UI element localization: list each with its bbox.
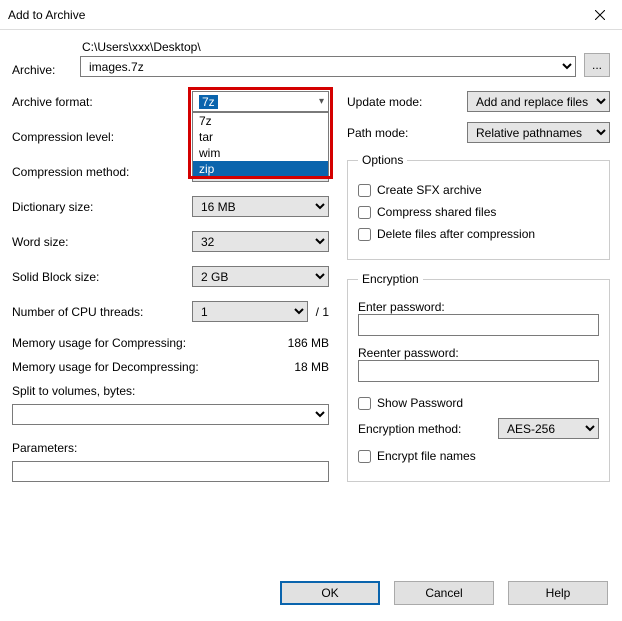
format-option-7z[interactable]: 7z	[193, 113, 328, 129]
update-label: Update mode:	[347, 95, 467, 109]
shared-checkbox-row[interactable]: Compress shared files	[358, 205, 599, 219]
cancel-label: Cancel	[425, 586, 462, 600]
memd-value: 18 MB	[294, 360, 329, 374]
update-select[interactable]: Add and replace files	[467, 91, 610, 112]
chevron-down-icon: ▾	[319, 96, 324, 107]
threads-total: / 1	[316, 305, 329, 319]
showpw-row[interactable]: Show Password	[358, 396, 599, 410]
delete-checkbox-row[interactable]: Delete files after compression	[358, 227, 599, 241]
memc-label: Memory usage for Compressing:	[12, 336, 186, 350]
encnames-checkbox[interactable]	[358, 450, 371, 463]
format-dropdown-list[interactable]: 7z tar wim zip	[192, 112, 329, 178]
enter-pw-input[interactable]	[358, 314, 599, 336]
dict-label: Dictionary size:	[12, 200, 192, 214]
close-icon	[595, 10, 605, 20]
shared-checkbox[interactable]	[358, 206, 371, 219]
encmethod-label: Encryption method:	[358, 422, 498, 436]
ok-label: OK	[321, 586, 338, 600]
help-label: Help	[546, 586, 571, 600]
split-label: Split to volumes, bytes:	[12, 384, 329, 398]
format-option-zip[interactable]: zip	[193, 161, 328, 177]
method-label: Compression method:	[12, 165, 192, 179]
archive-filename-select[interactable]: images.7z	[80, 56, 576, 77]
close-button[interactable]	[577, 0, 622, 30]
shared-label: Compress shared files	[377, 205, 496, 219]
dict-select[interactable]: 16 MB	[192, 196, 329, 217]
params-label: Parameters:	[12, 441, 329, 455]
sfx-label: Create SFX archive	[377, 183, 482, 197]
memc-value: 186 MB	[288, 336, 329, 350]
split-select[interactable]	[12, 404, 329, 425]
encmethod-select[interactable]: AES-256	[498, 418, 599, 439]
format-select[interactable]: 7z ▾	[192, 91, 329, 112]
options-group: Options Create SFX archive Compress shar…	[347, 153, 610, 260]
format-selected: 7z	[199, 95, 218, 109]
cancel-button[interactable]: Cancel	[394, 581, 494, 605]
archive-label: Archive:	[12, 63, 72, 77]
showpw-checkbox[interactable]	[358, 397, 371, 410]
pathmode-label: Path mode:	[347, 126, 467, 140]
encnames-label: Encrypt file names	[377, 449, 476, 463]
encnames-row[interactable]: Encrypt file names	[358, 449, 599, 463]
word-select[interactable]: 32	[192, 231, 329, 252]
threads-label: Number of CPU threads:	[12, 305, 192, 319]
encryption-group: Encryption Enter password: Reenter passw…	[347, 272, 610, 482]
help-button[interactable]: Help	[508, 581, 608, 605]
sfx-checkbox[interactable]	[358, 184, 371, 197]
format-label: Archive format:	[12, 95, 192, 109]
archive-path: C:\Users\xxx\Desktop\	[80, 40, 576, 54]
encryption-legend: Encryption	[358, 272, 423, 286]
memd-label: Memory usage for Decompressing:	[12, 360, 199, 374]
options-legend: Options	[358, 153, 407, 167]
sfx-checkbox-row[interactable]: Create SFX archive	[358, 183, 599, 197]
delete-label: Delete files after compression	[377, 227, 535, 241]
block-label: Solid Block size:	[12, 270, 192, 284]
window-title: Add to Archive	[8, 8, 85, 22]
pathmode-select[interactable]: Relative pathnames	[467, 122, 610, 143]
reenter-pw-input[interactable]	[358, 360, 599, 382]
format-option-wim[interactable]: wim	[193, 145, 328, 161]
format-option-tar[interactable]: tar	[193, 129, 328, 145]
reenter-pw-label: Reenter password:	[358, 346, 599, 360]
block-select[interactable]: 2 GB	[192, 266, 329, 287]
params-input[interactable]	[12, 461, 329, 482]
threads-select[interactable]: 1	[192, 301, 308, 322]
browse-label: ...	[592, 58, 602, 72]
ok-button[interactable]: OK	[280, 581, 380, 605]
delete-checkbox[interactable]	[358, 228, 371, 241]
word-label: Word size:	[12, 235, 192, 249]
browse-button[interactable]: ...	[584, 53, 610, 77]
enter-pw-label: Enter password:	[358, 300, 599, 314]
level-label: Compression level:	[12, 130, 192, 144]
showpw-label: Show Password	[377, 396, 463, 410]
